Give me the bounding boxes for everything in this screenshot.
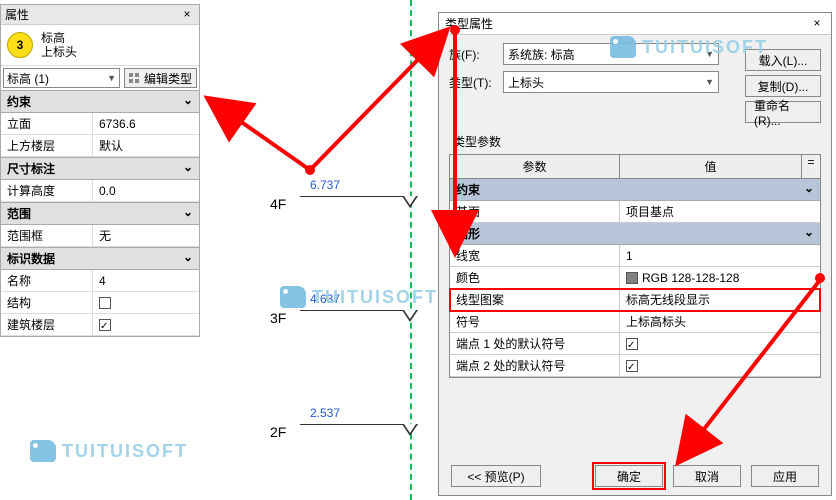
type-label: 类型(T): [449,74,497,91]
family-select[interactable]: 系统族: 标高▼ [503,43,719,65]
section-ident: 标识数据⌄ [1,247,199,270]
apply-button[interactable]: 应用 [751,465,819,487]
rename-button[interactable]: 重命名(R)... [745,101,821,123]
section-constraint: 约束⌄ [1,90,199,113]
row-elevation: 立面6736.6 [1,113,199,135]
load-button[interactable]: 载入(L)... [745,49,821,71]
properties-grid: 约束⌄ 立面6736.6 上方楼层默认 尺寸标注⌄ 计算高度0.0 范围⌄ 范围… [1,90,199,336]
family-label: 族(F): [449,46,497,63]
type-selector[interactable]: 标高 (1) ▼ [3,68,120,88]
row-upper: 上方楼层默认 [1,135,199,157]
level-marker-icon [402,196,418,208]
row-name: 名称4 [1,270,199,292]
copy-button[interactable]: 复制(D)... [745,75,821,97]
level-marker-icon [402,424,418,436]
param-table: 参数 值 = 约束⌄ 基面项目基点 图形⌄ 线宽1 颜色RGB 128-128-… [449,154,821,378]
edit-type-button[interactable]: 编辑类型 [124,68,197,88]
row-weight: 线宽1 [450,245,820,267]
struct-checkbox[interactable] [99,297,111,309]
type-select[interactable]: 上标头▼ [503,71,719,93]
dialog-titlebar[interactable]: 类型属性 × [439,13,831,35]
group-graphics: 图形⌄ [450,223,820,245]
expand-icon[interactable]: ⌄ [183,93,193,110]
end2-checkbox[interactable] [626,360,638,372]
type-properties-dialog: 类型属性 × 族(F): 系统族: 标高▼ 类型(T): 上标头▼ 载入(L).… [438,12,832,496]
col-param: 参数 [450,155,620,178]
section-dim: 尺寸标注⌄ [1,157,199,180]
close-icon[interactable]: × [809,16,825,32]
expand-icon[interactable]: ⌄ [183,160,193,177]
dialog-title: 类型属性 [445,15,809,32]
properties-panel: 属性 × 3 标高 上标头 标高 (1) ▼ 编辑类型 约束⌄ 立面6736.6… [0,4,200,337]
expand-icon[interactable]: ⌄ [183,250,193,267]
color-swatch [626,272,638,284]
row-symbol: 符号上标高标头 [450,311,820,333]
row-scope: 范围框无 [1,225,199,247]
expand-icon[interactable]: ⌄ [804,181,814,198]
properties-titlebar: 属性 × [1,5,199,25]
properties-title: 属性 [5,6,179,23]
expand-icon[interactable]: ⌄ [804,225,814,242]
chevron-down-icon: ▼ [705,49,714,59]
type-params-label: 类型参数 [453,133,821,150]
bstory-checkbox[interactable] [99,319,111,331]
type-block: 3 标高 上标头 [1,25,199,65]
row-color: 颜色RGB 128-128-128 [450,267,820,289]
level-marker-icon [402,310,418,322]
type-sub: 上标头 [41,45,77,59]
col-value: 值 [620,155,802,178]
drawing-canvas[interactable]: 6.737 4F 4.637 3F 2.537 2F [210,0,440,500]
group-constraint: 约束⌄ [450,179,820,201]
ok-button[interactable]: 确定 [595,465,663,487]
section-extent: 范围⌄ [1,202,199,225]
row-bstory: 建筑楼层 [1,314,199,336]
col-eq: = [802,155,820,178]
row-end2: 端点 2 处的默认符号 [450,355,820,377]
preview-button[interactable]: << 预览(P) [451,465,541,487]
step-badge: 3 [7,32,33,58]
grid-icon [129,73,141,83]
chevron-down-icon: ▼ [705,77,714,87]
end1-checkbox[interactable] [626,338,638,350]
expand-icon[interactable]: ⌄ [183,205,193,222]
row-base: 基面项目基点 [450,201,820,223]
chevron-down-icon: ▼ [107,73,116,83]
close-icon[interactable]: × [179,7,195,23]
type-main: 标高 [41,31,77,45]
row-end1: 端点 1 处的默认符号 [450,333,820,355]
row-calc: 计算高度0.0 [1,180,199,202]
cancel-button[interactable]: 取消 [673,465,741,487]
watermark-logo-icon [30,440,56,462]
row-struct: 结构 [1,292,199,314]
row-pattern: 线型图案标高无线段显示 [450,289,820,311]
watermark: TUITUISOFT [30,440,188,462]
